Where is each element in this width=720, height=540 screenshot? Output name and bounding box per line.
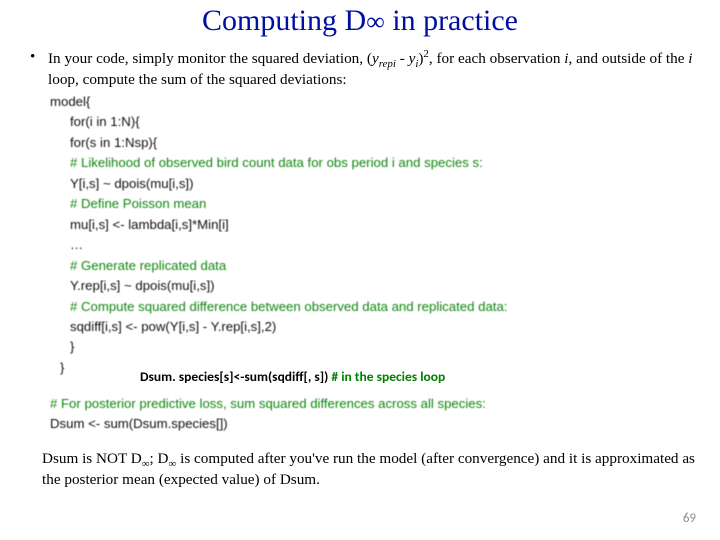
bullet-frag: In your code, simply monitor the squared… [48, 50, 372, 67]
bullet-yrep-y: y [372, 50, 379, 67]
code-comment: # Likelihood of observed bird count data… [50, 153, 640, 173]
code-line: Y[i,s] ~ dpois(mu[i,s]) [50, 174, 640, 194]
code-line: } [50, 337, 640, 357]
title-infinity: ∞ [366, 7, 385, 36]
bullet-frag: loop, compute the sum of the squared dev… [48, 71, 347, 88]
code-line: … [50, 235, 640, 255]
code-line: model{ [50, 92, 640, 112]
code-block: model{ for(i in 1:N){ for(s in 1:Nsp){ #… [50, 92, 640, 378]
bullet-frag: , and outside of the [569, 50, 689, 67]
dsum-species-code: Dsum. species[s]<-sum(sqdiff[, s]) [140, 368, 331, 385]
slide-title: Computing D∞ in practice [0, 0, 720, 37]
bullet-item: • In your code, simply monitor the squar… [30, 48, 704, 89]
bullet-i-loop: i [688, 50, 692, 67]
title-post: in practice [385, 4, 518, 37]
code-comment: # For posterior predictive loss, sum squ… [50, 394, 486, 414]
bullet-yrep-sub: repi [379, 58, 396, 70]
closing-frag: ; D [150, 450, 169, 467]
dsum-species-comment: # in the species loop [331, 368, 445, 385]
bullet-dot: • [30, 48, 35, 66]
code-line: Y.rep[i,s] ~ dpois(mu[i,s]) [50, 276, 640, 296]
slide: Computing D∞ in practice • In your code,… [0, 0, 720, 540]
code-line: sqdiff[i,s] <- pow(Y[i,s] - Y.rep[i,s],2… [50, 317, 640, 337]
title-pre: Computing D [202, 4, 366, 37]
code-line: for(s in 1:Nsp){ [50, 133, 640, 153]
code-comment: # Compute squared difference between obs… [50, 297, 640, 317]
page-number: 69 [683, 511, 696, 526]
code-line: Dsum <- sum(Dsum.species[]) [50, 414, 486, 434]
closing-inf: ∞ [142, 458, 150, 470]
bullet-frag: - [396, 50, 409, 67]
lower-code-block: # For posterior predictive loss, sum squ… [50, 394, 486, 434]
code-comment: # Generate replicated data [50, 256, 640, 276]
closing-frag: Dsum is NOT D [42, 450, 142, 467]
bullet-text: In your code, simply monitor the squared… [48, 48, 704, 89]
closing-paragraph: Dsum is NOT D∞; D∞ is computed after you… [42, 450, 704, 489]
code-line: mu[i,s] <- lambda[i,s]*Min[i] [50, 215, 640, 235]
code-line: for(i in 1:N){ [50, 112, 640, 132]
code-comment: # Define Poisson mean [50, 194, 640, 214]
bullet-frag: , for each observation [429, 50, 564, 67]
dsum-species-line: Dsum. species[s]<-sum(sqdiff[, s]) # in … [140, 368, 445, 385]
